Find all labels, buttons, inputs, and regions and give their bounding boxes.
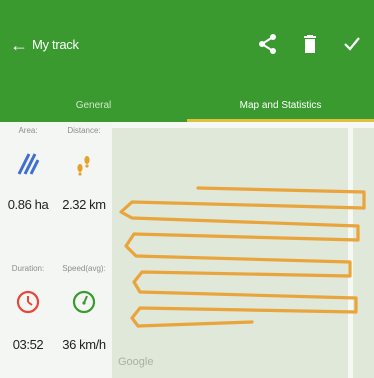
stat-speed: Speed(avg): 36 km/h [56,264,112,352]
duration-value: 03:52 [12,337,44,352]
stat-distance: Distance: 2.32 km [56,126,112,212]
speedometer-icon [72,290,96,314]
footsteps-icon [77,156,90,176]
check-icon [344,37,360,51]
back-button[interactable]: ← My track [10,36,79,54]
speed-label: Speed(avg): [62,264,106,273]
app-bar: ← My track [0,0,374,88]
stat-duration: Duration: 03:52 [0,264,56,352]
distance-value: 2.32 km [62,197,106,212]
tab-bar: General Map and Statistics [0,88,374,122]
app-bar-actions [254,30,366,58]
area-label: Area: [18,126,38,135]
confirm-button[interactable] [338,30,366,58]
speed-value: 36 km/h [62,337,106,352]
page-title: My track [32,37,79,52]
area-value: 0.86 ha [7,197,49,212]
map-attribution: Google [118,356,154,368]
map-view[interactable] [112,122,374,378]
area-hatch-icon [17,153,39,175]
duration-label: Duration: [11,264,45,273]
share-button[interactable] [254,30,282,58]
back-arrow-icon: ← [10,35,28,55]
tab-general[interactable]: General [0,88,187,122]
delete-button[interactable] [296,30,324,58]
distance-label: Distance: [67,126,101,135]
trash-icon [304,35,316,53]
track-path [119,186,366,328]
tab-map-and-statistics[interactable]: Map and Statistics [187,88,374,122]
stat-area: Area: 0.86 ha [0,126,56,212]
clock-icon [16,290,40,314]
share-icon [259,34,276,54]
statistics-panel: Area: 0.86 ha Distance: 2.32 km Duration… [0,122,113,378]
